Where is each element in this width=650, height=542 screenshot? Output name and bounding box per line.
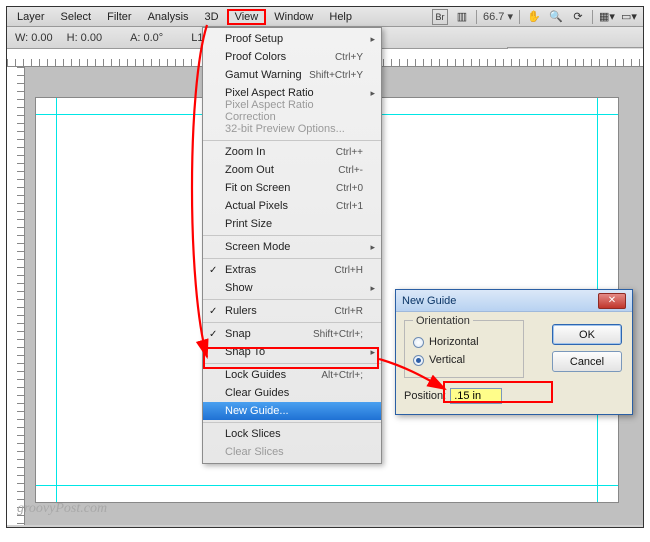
menu-item-label: New Guide...	[225, 405, 289, 417]
menu-item-32-bit-preview-options: 32-bit Preview Options...	[203, 120, 381, 138]
menu-item-pixel-aspect-ratio-correction: Pixel Aspect Ratio Correction	[203, 102, 381, 120]
menu-item-label: Gamut Warning	[225, 69, 302, 81]
menu-item-clear-slices: Clear Slices	[203, 443, 381, 461]
menu-item-label: Zoom Out	[225, 164, 274, 176]
menu-item-show[interactable]: Show	[203, 279, 381, 297]
radio-horizontal[interactable]: Horizontal	[413, 333, 515, 351]
orientation-legend: Orientation	[413, 315, 473, 327]
view-menu: Proof Setup Proof Colors Ctrl+Y Gamut Warni…	[202, 27, 382, 464]
radio-icon	[413, 355, 424, 366]
menu-item-snap-to[interactable]: Snap To	[203, 343, 381, 361]
ruler-vertical[interactable]	[7, 67, 25, 525]
menu-help[interactable]: Help	[321, 9, 360, 25]
position-label: Position:	[404, 390, 446, 402]
a-value: 0.0°	[144, 32, 164, 44]
menu-item-label: Lock Guides	[225, 369, 286, 381]
menu-item-label: Lock Slices	[225, 428, 281, 440]
menu-item-label: Clear Slices	[225, 446, 284, 458]
menu-shortcut: Ctrl+H	[334, 265, 363, 276]
cancel-button[interactable]: Cancel	[552, 351, 622, 372]
w-label: W:	[15, 32, 28, 44]
close-icon[interactable]: ✕	[598, 293, 626, 309]
radio-label: Vertical	[429, 354, 465, 366]
ok-button[interactable]: OK	[552, 324, 622, 345]
h-label: H:	[67, 32, 78, 44]
dialog-title: New Guide	[402, 295, 456, 307]
menu-3d[interactable]: 3D	[197, 9, 227, 25]
menu-item-label: Snap	[225, 328, 251, 340]
br-icon[interactable]: Br	[432, 9, 448, 25]
menu-item-print-size[interactable]: Print Size	[203, 215, 381, 233]
menu-item-gamut-warning[interactable]: Gamut Warning Shift+Ctrl+Y	[203, 66, 381, 84]
menu-shortcut: Ctrl++	[336, 147, 363, 158]
menu-select[interactable]: Select	[53, 9, 100, 25]
menu-window[interactable]: Window	[266, 9, 321, 25]
zoom-icon[interactable]: 🔍	[548, 9, 564, 25]
menubar: LayerSelectFilterAnalysis3DViewWindowHel…	[7, 7, 643, 27]
menu-item-label: Snap To	[225, 346, 265, 358]
zoom-value[interactable]: 66.7 ▾	[483, 10, 513, 23]
menu-item-proof-setup[interactable]: Proof Setup	[203, 30, 381, 48]
menu-item-lock-guides[interactable]: Lock Guides Alt+Ctrl+;	[203, 366, 381, 384]
menu-item-actual-pixels[interactable]: Actual Pixels Ctrl+1	[203, 197, 381, 215]
menu-item-label: Proof Colors	[225, 51, 286, 63]
menu-shortcut: Ctrl+1	[336, 201, 363, 212]
radio-label: Horizontal	[429, 336, 479, 348]
menu-item-label: 32-bit Preview Options...	[225, 123, 345, 135]
orientation-fieldset: Orientation Horizontal Vertical	[404, 320, 524, 378]
menu-shortcut: Shift+Ctrl+;	[313, 329, 363, 340]
menu-item-label: Pixel Aspect Ratio	[225, 87, 314, 99]
radio-vertical[interactable]: Vertical	[413, 351, 515, 369]
menu-item-extras[interactable]: Extras Ctrl+H	[203, 261, 381, 279]
menu-item-clear-guides[interactable]: Clear Guides	[203, 384, 381, 402]
menu-view[interactable]: View	[227, 9, 267, 25]
menu-item-lock-slices[interactable]: Lock Slices	[203, 425, 381, 443]
menu-item-label: Print Size	[225, 218, 272, 230]
new-guide-dialog: New Guide ✕ Orientation Horizontal Verti…	[395, 289, 633, 415]
menu-shortcut: Shift+Ctrl+Y	[309, 70, 363, 81]
menu-filter[interactable]: Filter	[99, 9, 139, 25]
menu-item-label: Extras	[225, 264, 256, 276]
watermark: groovyPost.com	[17, 501, 107, 517]
w-value: 0.00	[31, 32, 52, 44]
menu-item-snap[interactable]: Snap Shift+Ctrl+;	[203, 325, 381, 343]
menu-item-label: Rulers	[225, 305, 257, 317]
guide-horizontal[interactable]	[36, 485, 618, 486]
menu-item-zoom-out[interactable]: Zoom Out Ctrl+-	[203, 161, 381, 179]
menu-item-label: Zoom In	[225, 146, 265, 158]
h-value: 0.00	[81, 32, 102, 44]
menu-item-label: Actual Pixels	[225, 200, 288, 212]
menu-item-label: Proof Setup	[225, 33, 283, 45]
a-label: A:	[130, 32, 140, 44]
menu-shortcut: Ctrl+R	[334, 306, 363, 317]
menu-item-screen-mode[interactable]: Screen Mode	[203, 238, 381, 256]
menu-shortcut: Ctrl+Y	[335, 52, 363, 63]
folder-icon[interactable]: ▥	[454, 9, 470, 25]
menu-item-label: Show	[225, 282, 253, 294]
menu-shortcut: Alt+Ctrl+;	[321, 370, 363, 381]
menu-item-zoom-in[interactable]: Zoom In Ctrl++	[203, 143, 381, 161]
menu-item-label: Screen Mode	[225, 241, 290, 253]
menu-analysis[interactable]: Analysis	[140, 9, 197, 25]
hand-icon[interactable]: ✋	[526, 9, 542, 25]
menu-item-label: Clear Guides	[225, 387, 289, 399]
menu-item-new-guide[interactable]: New Guide...	[203, 402, 381, 420]
menu-layer[interactable]: Layer	[9, 9, 53, 25]
menu-shortcut: Ctrl+-	[338, 165, 363, 176]
position-input[interactable]	[450, 388, 502, 404]
guide-vertical[interactable]	[56, 98, 57, 502]
menu-item-fit-on-screen[interactable]: Fit on Screen Ctrl+0	[203, 179, 381, 197]
arrange-icon[interactable]: ▦▾	[599, 9, 615, 25]
menu-shortcut: Ctrl+0	[336, 183, 363, 194]
menu-item-proof-colors[interactable]: Proof Colors Ctrl+Y	[203, 48, 381, 66]
screenmode-icon[interactable]: ▭▾	[621, 9, 637, 25]
radio-icon	[413, 337, 424, 348]
menu-item-label: Fit on Screen	[225, 182, 290, 194]
menu-item-rulers[interactable]: Rulers Ctrl+R	[203, 302, 381, 320]
rotate-icon[interactable]: ⟳	[570, 9, 586, 25]
